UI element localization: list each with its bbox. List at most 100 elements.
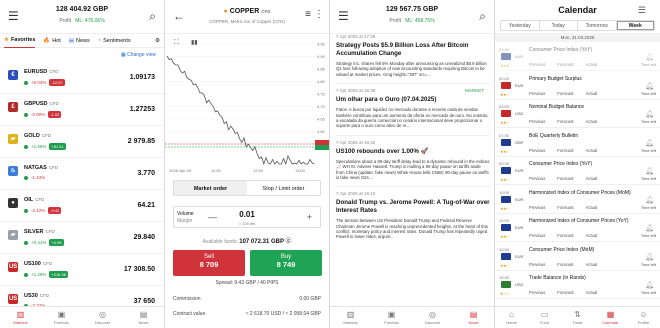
tab-today[interactable]: Today	[540, 21, 578, 30]
account-balance[interactable]: 128 404.92 GBP	[0, 6, 164, 13]
contract-value-row: ≈ 2 618.70 USD / ≈ 2 058.04 GBP Contract …	[173, 311, 321, 317]
calendar-event[interactable]: 02:00 ★★☆ EUR Primary Budget Surplus Previou…	[495, 73, 660, 100]
calendar-event[interactable]: 10:00 ★★☆ EUR Harmonized Index of Consumer …	[495, 187, 660, 214]
news-item[interactable]: 7 Apr 2025 at 17:39 Strategy Posts $5.9 B…	[336, 34, 490, 84]
nav-portfolio[interactable]: ▣ Portfolio	[41, 307, 82, 328]
news-item[interactable]: 7 Apr 2025 at 16:32 US100 rebounds over 1…	[336, 140, 490, 188]
tab-news[interactable]: ▤ News	[69, 34, 90, 48]
news-headline[interactable]: US100 rebounds over 1.00% 🚀	[336, 148, 490, 156]
nav-calendar[interactable]: ▦ Calendar	[594, 307, 627, 328]
calendar-event[interactable]: 07:30 ★★☆ GBP BoE Quarterly Bulletin Previou…	[495, 130, 660, 157]
instrument-row[interactable]: £ GBPUSD CFD -0.00% -1.02 1.27253	[0, 94, 164, 126]
tab-stop-limit-order[interactable]: Stop / Limit order	[247, 181, 320, 195]
bell-icon[interactable]: 🔔︎	[645, 224, 654, 232]
impact-stars-icon: ★★☆	[500, 262, 510, 268]
bell-icon[interactable]: 🔔︎	[645, 281, 654, 289]
tab-hot[interactable]: 🔥 Hot	[43, 34, 60, 48]
time-left-label: Time left	[640, 119, 656, 124]
instrument-logo-icon: ●	[8, 198, 18, 208]
nav-fund[interactable]: ▭ Fund	[528, 307, 561, 328]
bell-icon[interactable]: 🔔︎	[645, 53, 654, 61]
expand-icon: ⛶	[174, 38, 179, 46]
bell-icon[interactable]: 🔔︎	[645, 196, 654, 204]
buy-button[interactable]: Buy 8 749	[250, 250, 322, 276]
event-time: 03:00	[499, 104, 510, 109]
more-icon[interactable]: ⋮	[314, 9, 324, 20]
event-country: EUR	[515, 196, 524, 202]
time-left-label: Time left	[640, 147, 656, 153]
calendar-event[interactable]: 01:30 ★★★ AUD Consumer Price Index (YoY) Pre…	[495, 44, 660, 71]
search-icon[interactable]: ⌕	[149, 9, 156, 24]
news-headline[interactable]: Strategy Posts $5.9 Billion Loss After B…	[336, 42, 490, 57]
status-dot-icon	[24, 112, 28, 117]
status-dot-icon	[24, 175, 28, 180]
tab-sentiments[interactable]: ◔ Sentiments	[98, 34, 131, 48]
bell-icon[interactable]: 🔔︎	[645, 82, 654, 90]
time-left-label: Time left	[640, 290, 656, 295]
instrument-row[interactable]: € EURUSD CFD +0.03% -12.57 1.09173	[0, 62, 164, 94]
calendar-event[interactable]: 10:30 ★☆☆ USD Trade Balance (in Rands) Previ…	[495, 272, 660, 299]
calendar-event[interactable]: 10:00 ★★☆ EUR Harmonized Index of Consumer …	[495, 215, 660, 242]
account-stats: Profit ML: 476.06%	[59, 18, 105, 24]
price-chart[interactable]: 4.954.904.854.804.754.704.654.604.55 202…	[165, 34, 330, 174]
nav-markets[interactable]: ▥ Markets	[0, 307, 41, 328]
account-balance[interactable]: 129 567.75 GBP	[330, 6, 494, 13]
pnl-badge: -1.02	[48, 111, 62, 118]
bell-icon[interactable]: 🔔︎	[645, 253, 654, 261]
tab-yesterday[interactable]: Yesterday	[501, 21, 540, 30]
event-country: EUR	[515, 253, 524, 259]
calendar-screen: Calendar ☰ Yesterday Today Tomorrow Week…	[495, 0, 660, 328]
sell-button[interactable]: Sell 8 709	[173, 250, 245, 276]
news-item[interactable]: 7 Apr 2025 at 16:36 MARKET Um olhar para o…	[336, 88, 490, 136]
nav-home[interactable]: ⌂ Home	[495, 307, 528, 328]
instrument-row[interactable]: ♨ NATGAS CFD -1.44% 3.770	[0, 158, 164, 190]
candle-type-icon: ▮▮	[191, 40, 198, 46]
time-left-label: Time left	[640, 62, 656, 67]
tab-week[interactable]: Week	[616, 21, 654, 30]
instrument-row[interactable]: US US100 CFD +1.29% +216.96 17 308.50	[0, 254, 164, 286]
calendar-event[interactable]: 10:00 ★★☆ EUR Consumer Price Index (MoM) Pre…	[495, 244, 660, 271]
event-name: Consumer Price Index (YoY)	[529, 47, 593, 53]
news-headline[interactable]: Donald Trump vs. Jerome Powell: A Tug-of…	[336, 199, 490, 214]
list-filter-icon[interactable]: ≡	[305, 9, 311, 20]
country-flag-icon	[501, 167, 511, 174]
filter-icon[interactable]: ☰	[638, 5, 646, 16]
country-flag-icon	[501, 138, 511, 146]
instrument-logo-icon: US	[8, 294, 18, 304]
tab-favorites[interactable]: ★ Favorites	[4, 34, 36, 48]
x-tick-label: 11:00	[211, 168, 221, 173]
nav-markets[interactable]: ▥ Markets	[330, 307, 371, 328]
search-icon[interactable]: ⌕	[479, 9, 486, 24]
status-dot-icon	[24, 272, 28, 277]
change-view-link[interactable]: ▦ Change view	[0, 48, 164, 62]
nav-news[interactable]: ▤ News	[123, 307, 164, 328]
settings-icon[interactable]: ⚙	[155, 34, 160, 48]
bell-icon[interactable]: 🔔︎	[645, 167, 654, 175]
nav-discover[interactable]: ◎ Discover	[82, 307, 123, 328]
volume-value[interactable]: 0.01	[174, 210, 320, 219]
instrument-row[interactable]: ▰ GOLD CFD +1.65% +51.41 2 979.85	[0, 126, 164, 158]
event-time: 01:30	[499, 47, 510, 52]
news-headline[interactable]: Um olhar para o Ouro (07.04.2025)	[336, 96, 490, 104]
nav-profile[interactable]: ☺ Profile	[627, 307, 660, 328]
nav-portfolio[interactable]: ▣ Portfolio	[371, 307, 412, 328]
instrument-name: GBPUSD CFD	[24, 101, 59, 107]
instrument-name: GOLD CFD	[24, 133, 52, 139]
nav-news[interactable]: ▤ News	[453, 307, 494, 328]
instrument-row[interactable]: ▰ SILVER CFD +0.41% +4.99 29.840	[0, 222, 164, 254]
calendar-event[interactable]: 09:30 ★★☆ EUR Consumer Price Index (YoY) Pre…	[495, 158, 660, 185]
instrument-row[interactable]: ● OIL CFD -2.12% -0.42 64.21	[0, 190, 164, 222]
news-item[interactable]: 7 Apr 2025 at 16:19 Donald Trump vs. Jero…	[336, 191, 490, 239]
nav-trade[interactable]: ⇅ Trade	[561, 307, 594, 328]
nav-discover[interactable]: ◎ Discover	[412, 307, 453, 328]
tab-tomorrow[interactable]: Tomorrow	[578, 21, 617, 30]
divider	[336, 134, 490, 136]
bell-icon[interactable]: 🔔︎	[645, 110, 654, 118]
tab-market-order[interactable]: Market order	[174, 181, 247, 195]
bell-icon[interactable]: 🔔︎	[645, 139, 654, 147]
calendar-event[interactable]: 03:00 ★★☆ USD Nominal Budget Balance Previou…	[495, 101, 660, 128]
news-screen: ☰ 129 567.75 GBP Profit ML: 458.75% ⌕ 7 …	[330, 0, 495, 328]
increase-volume-button[interactable]: +	[307, 212, 312, 222]
pnl-badge: -0.42	[48, 207, 62, 214]
event-name: Consumer Price Index (YoY)	[529, 161, 593, 167]
